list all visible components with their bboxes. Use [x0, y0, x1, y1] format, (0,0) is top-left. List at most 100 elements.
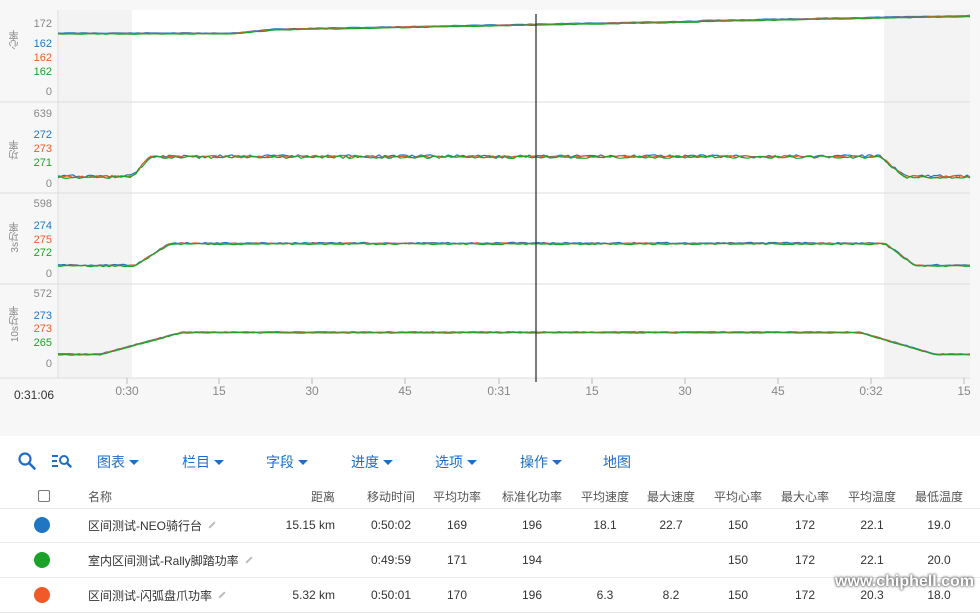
cell-np: 194: [521, 553, 543, 567]
power-min: 0: [45, 178, 52, 190]
table-header: 名称 距离 移动时间 平均功率 标准化功率 平均速度 最大速度 平均心率 最大心…: [0, 484, 980, 509]
power10s-value-blue: 273: [33, 310, 52, 322]
col-max-hr[interactable]: 最大心率: [778, 484, 832, 508]
chart-svg[interactable]: 0:30 15 30 45 0:31 15 30 45 0:32 15: [0, 0, 980, 436]
range-shade-right: [884, 10, 970, 378]
cell-moving: 0:49:59: [370, 553, 412, 567]
power-value-green: 271: [33, 157, 52, 169]
cell-avg-hr: 150: [727, 518, 749, 532]
cell-max-speed: [645, 543, 697, 577]
cell-np: 196: [521, 518, 543, 532]
power3s-value-green: 272: [33, 247, 52, 259]
power-value-blue: 272: [33, 129, 52, 141]
cell-max-hr: 172: [794, 518, 816, 532]
x-tick-label: 15: [212, 384, 226, 398]
select-all-checkbox[interactable]: [38, 484, 50, 508]
activity-name[interactable]: 室内区间测试-Rally脚踏功率: [88, 543, 253, 577]
power10s-value-orange: 273: [33, 323, 52, 335]
toolbar: 图表 栏目 字段 进度 选项 操作 地图: [0, 444, 980, 478]
cell-avg-speed: 6.3: [596, 588, 614, 602]
hr-min: 0: [45, 86, 52, 98]
x-tick-label: 30: [678, 384, 692, 398]
table-row[interactable]: 室内区间测试-Rally脚踏功率 0:49:59 171 194 150 172 22.1 2…: [0, 543, 980, 578]
x-tick-label: 45: [771, 384, 785, 398]
chart-area[interactable]: 0:30 15 30 45 0:31 15 30 45 0:32 15 心率 功率 3s功率 10…: [0, 0, 980, 436]
activity-name[interactable]: 区间测试-NEO骑行台: [88, 508, 216, 542]
hr-value-orange: 162: [33, 52, 52, 64]
cell-distance: [290, 543, 335, 577]
cell-avg-hr: 150: [727, 588, 749, 602]
cell-avg-speed: 18.1: [593, 518, 617, 532]
x-tick-label: 0:32: [859, 384, 883, 398]
x-tick-label: 0:31: [487, 384, 511, 398]
cell-min-temp: 20.0: [927, 553, 951, 567]
x-tick-label: 0:30: [115, 384, 139, 398]
menu-actions[interactable]: 操作: [520, 452, 562, 472]
col-np[interactable]: 标准化功率: [500, 484, 564, 508]
range-shade-left: [58, 10, 132, 378]
power3s-value-orange: 275: [33, 234, 52, 246]
x-tick-label: 15: [957, 384, 971, 398]
power10s-max: 572: [33, 288, 52, 300]
edit-icon: [245, 556, 253, 564]
power3s-min: 0: [45, 268, 52, 280]
series-color-dot: [34, 508, 50, 542]
hr-value-green: 162: [33, 66, 52, 78]
table-row[interactable]: 区间测试-NEO骑行台 15.15 km 0:50:02 169 196 18.1 22.7…: [0, 508, 980, 543]
cell-distance: 5.32 km: [292, 588, 335, 602]
x-tick-label: 45: [398, 384, 412, 398]
cell-avg-power: 169: [446, 518, 468, 532]
hr-max: 172: [33, 18, 52, 30]
watermark: www.chiphell.com: [835, 573, 974, 590]
col-name[interactable]: 名称: [88, 484, 112, 508]
menu-columns[interactable]: 栏目: [182, 452, 224, 472]
cell-avg-speed: [578, 543, 632, 577]
x-tick-label: 15: [585, 384, 599, 398]
zoom-list-icon[interactable]: [50, 444, 72, 478]
chevron-down-icon: [214, 459, 224, 465]
cursor-time: 0:31:06: [14, 388, 55, 402]
menu-progress[interactable]: 进度: [351, 452, 393, 472]
hr-value-blue: 162: [33, 38, 52, 50]
chevron-down-icon: [552, 459, 562, 465]
col-avg-speed[interactable]: 平均速度: [578, 484, 632, 508]
col-avg-power[interactable]: 平均功率: [430, 484, 484, 508]
series-color-dot: [34, 543, 50, 577]
cell-distance: 15.15 km: [285, 518, 335, 532]
power10s-value-green: 265: [33, 337, 52, 349]
selection-window: [132, 10, 884, 378]
col-min-temp[interactable]: 最低温度: [912, 484, 966, 508]
cell-avg-temp: 22.1: [860, 553, 884, 567]
table-row[interactable]: 区间测试-闪弧盘爪功率 5.32 km 0:50:01 170 196 6.3 8.2 150…: [0, 578, 980, 613]
menu-options[interactable]: 选项: [435, 452, 477, 472]
chevron-down-icon: [298, 459, 308, 465]
menu-map[interactable]: 地图: [603, 452, 631, 472]
edit-icon: [218, 591, 226, 599]
col-avg-hr[interactable]: 平均心率: [712, 484, 764, 508]
cell-avg-power: 171: [446, 553, 468, 567]
power3s-max: 598: [33, 198, 52, 210]
cell-max-speed: 22.7: [659, 518, 683, 532]
chevron-down-icon: [129, 459, 139, 465]
series-color-dot: [34, 578, 50, 612]
col-avg-temp[interactable]: 平均温度: [845, 484, 899, 508]
col-moving-time[interactable]: 移动时间: [360, 484, 422, 508]
power10s-min: 0: [45, 358, 52, 370]
edit-icon: [208, 521, 216, 529]
col-max-speed[interactable]: 最大速度: [645, 484, 697, 508]
col-distance[interactable]: 距离: [290, 484, 335, 508]
menu-chart[interactable]: 图表: [97, 452, 139, 472]
cell-max-speed: 8.2: [662, 588, 680, 602]
power-max: 639: [33, 108, 52, 120]
cell-max-hr: 172: [794, 553, 816, 567]
power-value-orange: 273: [33, 143, 52, 155]
cell-max-hr: 172: [794, 588, 816, 602]
cell-moving: 0:50:02: [370, 518, 412, 532]
activity-name[interactable]: 区间测试-闪弧盘爪功率: [88, 578, 226, 612]
power3s-value-blue: 274: [33, 220, 52, 232]
search-icon[interactable]: [16, 444, 38, 478]
chevron-down-icon: [383, 459, 393, 465]
cell-avg-hr: 150: [727, 553, 749, 567]
menu-fields[interactable]: 字段: [266, 452, 308, 472]
x-tick-label: 30: [305, 384, 319, 398]
